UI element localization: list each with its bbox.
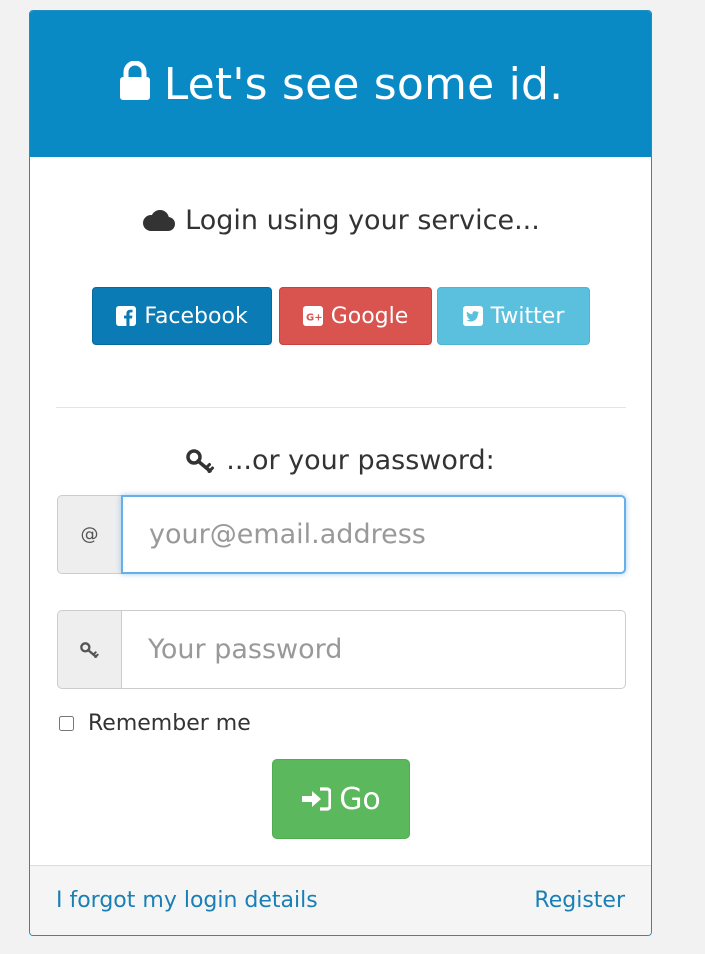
lock-icon [118,61,152,101]
forgot-login-link[interactable]: I forgot my login details [56,888,318,913]
cloud-icon [141,209,176,232]
service-heading-text: Login using your service... [185,205,540,236]
go-button[interactable]: Go [272,759,410,839]
facebook-login-button[interactable]: Facebook [92,287,272,345]
facebook-square-icon [116,306,137,326]
google-plus-square-icon: G+ [302,306,323,326]
twitter-login-button[interactable]: Twitter [437,287,590,345]
login-panel: Let's see some id. Login using your serv… [29,10,652,936]
panel-footer: I forgot my login details Register [30,865,651,935]
google-login-button[interactable]: G+ Google [279,287,432,345]
divider [56,407,626,408]
password-heading-text: ...or your password: [226,445,495,476]
password-input-group [57,610,626,689]
remember-me-label: Remember me [88,711,251,736]
svg-text:G+: G+ [306,313,323,324]
google-button-label: Google [330,303,409,329]
panel-heading: Let's see some id. [30,11,651,157]
go-button-label: Go [339,781,381,817]
page-title: Let's see some id. [163,58,564,110]
service-login-heading: Login using your service... [30,205,651,236]
key-icon [186,448,216,473]
remember-me[interactable]: Remember me [57,711,251,736]
password-field[interactable] [121,610,626,689]
key-icon [79,641,100,658]
remember-me-checkbox[interactable] [59,716,74,731]
facebook-button-label: Facebook [144,303,248,329]
twitter-button-label: Twitter [490,303,565,329]
twitter-square-icon [462,306,483,326]
sign-in-icon [301,787,332,811]
register-link[interactable]: Register [534,888,625,913]
email-field[interactable] [121,495,626,574]
email-input-group: @ [57,495,626,574]
password-login-heading: ...or your password: [30,445,651,476]
email-addon: @ [57,495,121,574]
password-addon [57,610,121,689]
